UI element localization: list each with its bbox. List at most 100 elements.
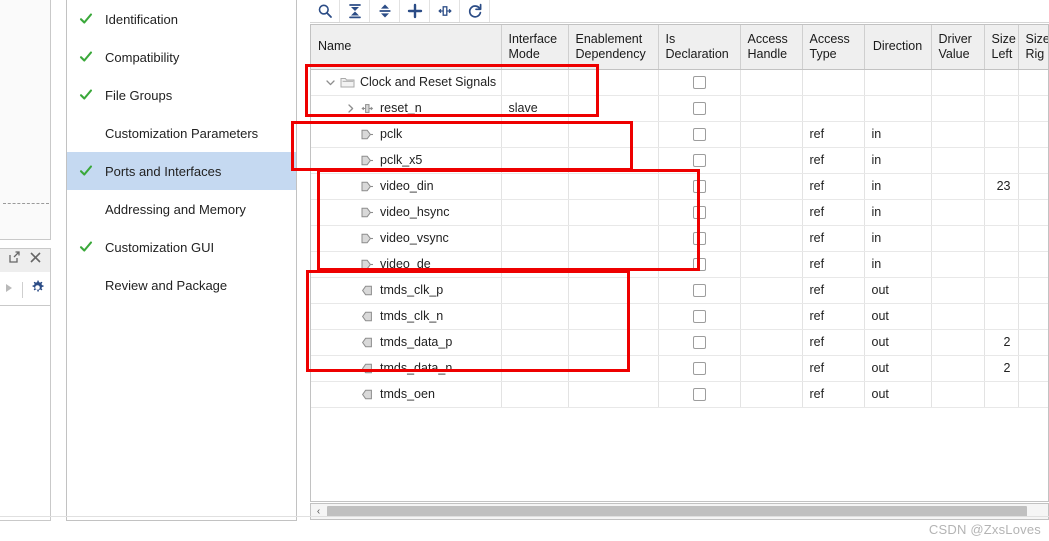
cell-interface-mode[interactable] xyxy=(501,381,569,408)
is-declaration-checkbox[interactable] xyxy=(692,310,706,324)
cell-size-right[interactable] xyxy=(1018,303,1048,330)
column-header-driver-value[interactable]: Driver Value xyxy=(931,25,985,70)
cell-is-declaration[interactable] xyxy=(658,199,741,226)
cell-interface-mode[interactable] xyxy=(501,199,569,226)
table-row[interactable]: reset_n slave xyxy=(311,95,1048,122)
cell-size-right[interactable] xyxy=(1018,121,1048,148)
ports-table-container[interactable]: Name Interface Mode Enablement Dependency … xyxy=(310,24,1049,502)
cell-access-type[interactable]: ref xyxy=(802,381,865,408)
cell-direction[interactable]: out xyxy=(864,303,932,330)
column-header-access-type[interactable]: Access Type xyxy=(802,25,865,70)
cell-access-type[interactable]: ref xyxy=(802,147,865,174)
cell-enablement-dependency[interactable] xyxy=(568,173,659,200)
cell-size-right[interactable] xyxy=(1018,251,1048,278)
table-row[interactable]: tmds_clk_p ref out xyxy=(311,277,1048,304)
sidebar-item-customization-parameters[interactable]: Customization Parameters xyxy=(67,114,296,152)
cell-name[interactable]: tmds_clk_p xyxy=(311,277,502,304)
cell-interface-mode[interactable] xyxy=(501,69,569,96)
column-header-size-left[interactable]: Size Left xyxy=(984,25,1019,70)
add-button[interactable] xyxy=(400,0,430,22)
cell-size-right[interactable] xyxy=(1018,95,1048,122)
cell-size-left[interactable] xyxy=(984,95,1019,122)
cell-is-declaration[interactable] xyxy=(658,147,741,174)
cell-interface-mode[interactable] xyxy=(501,329,569,356)
cell-driver-value[interactable] xyxy=(931,277,985,304)
cell-is-declaration[interactable] xyxy=(658,277,741,304)
is-declaration-checkbox[interactable] xyxy=(692,180,706,194)
cell-name[interactable]: tmds_data_n xyxy=(311,355,502,382)
cell-enablement-dependency[interactable] xyxy=(568,329,659,356)
cell-direction[interactable]: in xyxy=(864,225,932,252)
cell-interface-mode[interactable] xyxy=(501,251,569,278)
cell-driver-value[interactable] xyxy=(931,121,985,148)
cell-name[interactable]: tmds_data_p xyxy=(311,329,502,356)
cell-size-right[interactable] xyxy=(1018,355,1048,382)
cell-access-handle[interactable] xyxy=(740,121,803,148)
cell-interface-mode[interactable] xyxy=(501,225,569,252)
cell-driver-value[interactable] xyxy=(931,69,985,96)
is-declaration-checkbox[interactable] xyxy=(692,232,706,246)
cell-access-type[interactable]: ref xyxy=(802,173,865,200)
table-row[interactable]: video_de ref in xyxy=(311,251,1048,278)
cell-access-handle[interactable] xyxy=(740,69,803,96)
horizontal-scrollbar[interactable]: ‹ xyxy=(310,503,1049,520)
cell-interface-mode[interactable] xyxy=(501,147,569,174)
cell-interface-mode[interactable] xyxy=(501,277,569,304)
cell-access-type[interactable]: ref xyxy=(802,277,865,304)
cell-driver-value[interactable] xyxy=(931,225,985,252)
cell-size-right[interactable] xyxy=(1018,329,1048,356)
cell-name[interactable]: video_hsync xyxy=(311,199,502,226)
cell-access-type[interactable]: ref xyxy=(802,303,865,330)
cell-enablement-dependency[interactable] xyxy=(568,121,659,148)
is-declaration-checkbox[interactable] xyxy=(692,102,706,116)
cell-is-declaration[interactable] xyxy=(658,329,741,356)
cell-access-handle[interactable] xyxy=(740,277,803,304)
table-row[interactable]: tmds_data_n ref out 2 xyxy=(311,355,1048,382)
cell-access-handle[interactable] xyxy=(740,147,803,174)
cell-is-declaration[interactable] xyxy=(658,121,741,148)
cell-is-declaration[interactable] xyxy=(658,95,741,122)
table-row[interactable]: tmds_oen ref out xyxy=(311,381,1048,408)
cell-size-right[interactable] xyxy=(1018,225,1048,252)
cell-access-type[interactable]: ref xyxy=(802,225,865,252)
cell-interface-mode[interactable] xyxy=(501,303,569,330)
table-row[interactable]: pclk ref in xyxy=(311,121,1048,148)
cell-size-right[interactable] xyxy=(1018,199,1048,226)
sidebar-item-compatibility[interactable]: Compatibility xyxy=(67,38,296,76)
cell-direction[interactable]: in xyxy=(864,147,932,174)
is-declaration-checkbox[interactable] xyxy=(692,154,706,168)
cell-access-handle[interactable] xyxy=(740,303,803,330)
cell-driver-value[interactable] xyxy=(931,173,985,200)
column-header-size-right[interactable]: Size Rig xyxy=(1018,25,1048,70)
cell-direction[interactable]: in xyxy=(864,173,932,200)
column-header-interface-mode[interactable]: Interface Mode xyxy=(501,25,569,70)
cell-size-right[interactable] xyxy=(1018,147,1048,174)
table-row[interactable]: video_hsync ref in xyxy=(311,199,1048,226)
cell-interface-mode[interactable]: slave xyxy=(501,95,569,122)
cell-enablement-dependency[interactable] xyxy=(568,225,659,252)
cell-enablement-dependency[interactable] xyxy=(568,69,659,96)
cell-driver-value[interactable] xyxy=(931,329,985,356)
table-row[interactable]: video_vsync ref in xyxy=(311,225,1048,252)
cell-direction[interactable]: out xyxy=(864,381,932,408)
cell-enablement-dependency[interactable] xyxy=(568,199,659,226)
cell-size-right[interactable] xyxy=(1018,173,1048,200)
cell-enablement-dependency[interactable] xyxy=(568,147,659,174)
cell-direction[interactable]: out xyxy=(864,329,932,356)
column-header-direction[interactable]: Direction xyxy=(864,25,932,70)
cell-size-left[interactable] xyxy=(984,251,1019,278)
is-declaration-checkbox[interactable] xyxy=(692,76,706,90)
cell-direction[interactable] xyxy=(864,95,932,122)
is-declaration-checkbox[interactable] xyxy=(692,388,706,402)
cell-driver-value[interactable] xyxy=(931,147,985,174)
cell-name[interactable]: pclk xyxy=(311,121,502,148)
table-row[interactable]: pclk_x5 ref in xyxy=(311,147,1048,174)
refresh-button[interactable] xyxy=(460,0,490,22)
cell-direction[interactable]: in xyxy=(864,199,932,226)
cell-size-left[interactable]: 2 xyxy=(984,329,1019,356)
cell-is-declaration[interactable] xyxy=(658,355,741,382)
cell-name[interactable]: video_de xyxy=(311,251,502,278)
cell-name[interactable]: Clock and Reset Signals xyxy=(311,69,502,96)
column-header-enablement-dependency[interactable]: Enablement Dependency xyxy=(568,25,659,70)
cell-size-left[interactable] xyxy=(984,121,1019,148)
